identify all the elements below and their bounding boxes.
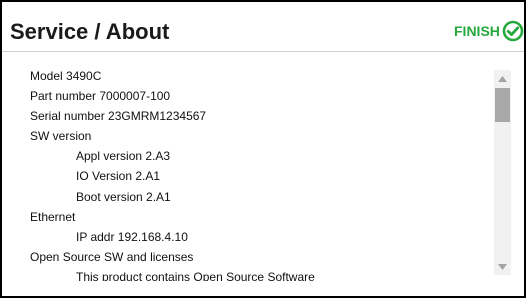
finish-label: FINISH [454,23,500,39]
open-source-heading: Open Source SW and licenses [30,249,194,264]
sw-version-heading: SW version [30,129,92,144]
model-text: Model 3490C [30,69,102,83]
check-circle-icon [502,20,524,42]
triangle-up-icon [498,75,507,82]
appl-version-text: Appl version 2.A3 [76,149,171,164]
vertical-scrollbar[interactable] [494,70,511,275]
open-source-text: This product contains Open Source Softwa… [76,269,315,281]
about-panel: Service / About FINISH Model 3490C Part … [2,2,524,296]
boot-version-text: Boot version 2.A1 [76,189,171,204]
scroll-thumb[interactable] [495,88,510,122]
scroll-down-button[interactable] [494,258,511,275]
triangle-down-icon [498,263,507,270]
serial-number-text: Serial number 23GMRM1234567 [30,109,207,124]
ethernet-heading: Ethernet [30,209,76,224]
io-version-text: IO Version 2.A1 [76,169,161,184]
ip-addr-text: IP addr 192.168.4.10 [76,229,188,244]
finish-button[interactable]: FINISH [454,19,524,43]
about-info-list: Model 3490C Part number 7000007-100 Seri… [30,66,470,281]
scroll-up-button[interactable] [494,70,511,87]
part-number-text: Part number 7000007-100 [30,89,171,104]
header-bar: Service / About FINISH [2,2,524,52]
page-title: Service / About [10,19,170,44]
